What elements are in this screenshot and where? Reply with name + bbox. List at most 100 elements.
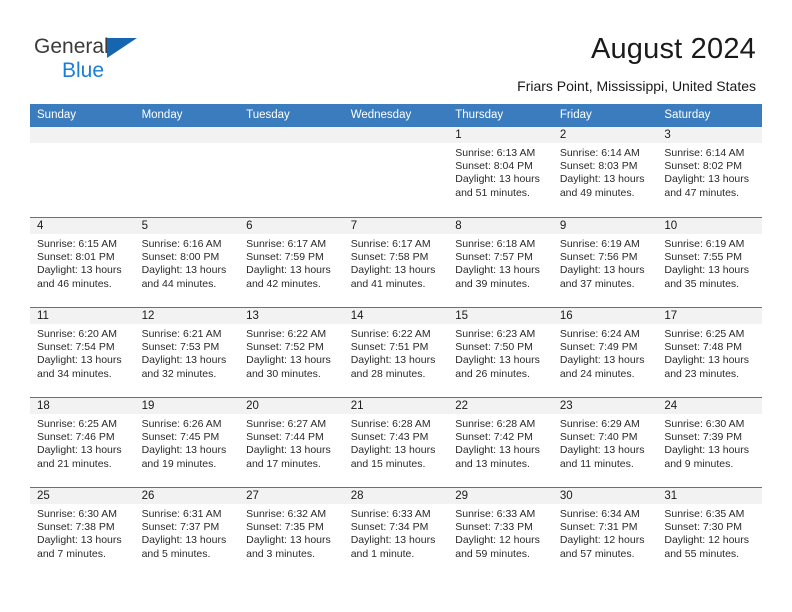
- sunset-time: Sunset: 7:49 PM: [559, 341, 638, 354]
- calendar-day-cell[interactable]: 14 Sunrise: 6:22 AM Sunset: 7:51 PM Dayligh…: [343, 307, 449, 397]
- day-cell-inner: 16 Sunrise: 6:24 AM Sunset: 7:49 PM Dayligh…: [552, 307, 658, 397]
- daylight-duration-line2: and 32 minutes.: [141, 367, 217, 380]
- sunrise-time: Sunrise: 6:19 AM: [559, 238, 640, 250]
- day-cell-inner: 23 Sunrise: 6:29 AM Sunset: 7:40 PM Dayligh…: [552, 397, 658, 487]
- daylight-duration-line2: and 24 minutes.: [559, 367, 635, 380]
- day-cell-inner: [30, 127, 135, 217]
- sunrise-time: Sunrise: 6:14 AM: [559, 147, 640, 159]
- sunset-time: Sunset: 7:37 PM: [141, 521, 220, 534]
- calendar-week-row: 11 Sunrise: 6:20 AM Sunset: 7:54 PM Dayligh…: [30, 307, 762, 397]
- daylight-duration-line2: and 28 minutes.: [350, 367, 426, 380]
- sunrise-time: Sunrise: 6:34 AM: [559, 508, 640, 520]
- calendar-day-cell[interactable]: 20 Sunrise: 6:27 AM Sunset: 7:44 PM Dayligh…: [239, 397, 344, 487]
- calendar-day-cell[interactable]: 2 Sunrise: 6:14 AM Sunset: 8:03 PM Daylight…: [552, 127, 658, 217]
- calendar-day-cell[interactable]: 22 Sunrise: 6:28 AM Sunset: 7:42 PM Dayligh…: [448, 397, 553, 487]
- calendar-day-cell[interactable]: 18 Sunrise: 6:25 AM Sunset: 7:46 PM Dayligh…: [30, 397, 135, 487]
- calendar-day-cell[interactable]: 31 Sunrise: 6:35 AM Sunset: 7:30 PM Dayligh…: [657, 487, 762, 577]
- calendar-day-cell[interactable]: 21 Sunrise: 6:28 AM Sunset: 7:43 PM Dayligh…: [343, 397, 449, 487]
- day-cell-inner: 22 Sunrise: 6:28 AM Sunset: 7:42 PM Dayligh…: [448, 397, 553, 487]
- day-number: 25: [30, 488, 135, 504]
- calendar-day-cell[interactable]: 15 Sunrise: 6:23 AM Sunset: 7:50 PM Dayligh…: [448, 307, 553, 397]
- calendar-day-cell[interactable]: 23 Sunrise: 6:29 AM Sunset: 7:40 PM Dayligh…: [552, 397, 658, 487]
- day-number: [30, 127, 135, 143]
- day-cell-inner: 1 Sunrise: 6:13 AM Sunset: 8:04 PM Daylight…: [448, 127, 553, 217]
- calendar-day-cell[interactable]: 4 Sunrise: 6:15 AM Sunset: 8:01 PM Daylight…: [30, 217, 135, 307]
- daylight-duration-line2: and 3 minutes.: [246, 547, 316, 560]
- calendar-day-cell[interactable]: 3 Sunrise: 6:14 AM Sunset: 8:02 PM Daylight…: [657, 127, 762, 217]
- calendar-day-cell[interactable]: 9 Sunrise: 6:19 AM Sunset: 7:56 PM Daylight…: [552, 217, 658, 307]
- day-cell-inner: 4 Sunrise: 6:15 AM Sunset: 8:01 PM Daylight…: [30, 217, 135, 307]
- weekday-header-saturday: Saturday: [657, 104, 762, 127]
- daylight-duration-line1: Daylight: 13 hours: [559, 354, 645, 367]
- calendar-day-cell[interactable]: 8 Sunrise: 6:18 AM Sunset: 7:57 PM Daylight…: [448, 217, 553, 307]
- daylight-duration-line1: Daylight: 13 hours: [37, 354, 122, 367]
- day-cell-inner: 3 Sunrise: 6:14 AM Sunset: 8:02 PM Daylight…: [657, 127, 762, 217]
- generalblue-logo[interactable]: General Blue: [34, 36, 164, 84]
- daylight-duration-line2: and 35 minutes.: [664, 277, 740, 290]
- sunrise-time: Sunrise: 6:22 AM: [246, 328, 327, 340]
- daylight-duration-line1: Daylight: 13 hours: [664, 264, 750, 277]
- day-details: Sunrise: 6:22 AM Sunset: 7:52 PM Daylight:…: [239, 324, 344, 381]
- daylight-duration-line1: Daylight: 13 hours: [350, 534, 436, 547]
- daylight-duration-line2: and 21 minutes.: [37, 457, 112, 470]
- calendar-day-cell[interactable]: 26 Sunrise: 6:31 AM Sunset: 7:37 PM Dayligh…: [134, 487, 240, 577]
- weekday-header-thursday: Thursday: [448, 104, 553, 127]
- calendar-day-cell[interactable]: 11 Sunrise: 6:20 AM Sunset: 7:54 PM Dayligh…: [30, 307, 135, 397]
- daylight-duration-line2: and 26 minutes.: [455, 367, 530, 380]
- daylight-duration-line1: Daylight: 13 hours: [246, 264, 331, 277]
- day-details: Sunrise: 6:27 AM Sunset: 7:44 PM Daylight:…: [239, 414, 344, 471]
- sunrise-time: Sunrise: 6:26 AM: [141, 418, 222, 430]
- calendar-day-cell[interactable]: 30 Sunrise: 6:34 AM Sunset: 7:31 PM Dayligh…: [552, 487, 658, 577]
- calendar-day-cell[interactable]: 6 Sunrise: 6:17 AM Sunset: 7:59 PM Daylight…: [239, 217, 344, 307]
- calendar-day-cell[interactable]: 25 Sunrise: 6:30 AM Sunset: 7:38 PM Dayligh…: [30, 487, 135, 577]
- calendar-header-row: Sunday Monday Tuesday Wednesday Thursday…: [30, 104, 762, 127]
- calendar-day-cell[interactable]: 7 Sunrise: 6:17 AM Sunset: 7:58 PM Daylight…: [343, 217, 449, 307]
- day-number: 21: [343, 398, 449, 414]
- calendar-day-cell[interactable]: 28 Sunrise: 6:33 AM Sunset: 7:34 PM Dayligh…: [343, 487, 449, 577]
- calendar-day-cell[interactable]: 24 Sunrise: 6:30 AM Sunset: 7:39 PM Dayligh…: [657, 397, 762, 487]
- calendar-day-cell[interactable]: 5 Sunrise: 6:16 AM Sunset: 8:00 PM Daylight…: [134, 217, 240, 307]
- sunset-time: Sunset: 7:45 PM: [141, 431, 220, 444]
- sunrise-time: Sunrise: 6:25 AM: [37, 418, 117, 430]
- sunset-time: Sunset: 7:34 PM: [350, 521, 429, 534]
- calendar-day-cell[interactable]: 17 Sunrise: 6:25 AM Sunset: 7:48 PM Dayligh…: [657, 307, 762, 397]
- daylight-duration-line2: and 39 minutes.: [455, 277, 530, 290]
- calendar-day-cell[interactable]: 29 Sunrise: 6:33 AM Sunset: 7:33 PM Dayligh…: [448, 487, 553, 577]
- weekday-header-sunday: Sunday: [30, 104, 135, 127]
- day-details: Sunrise: 6:13 AM Sunset: 8:04 PM Daylight:…: [448, 143, 553, 200]
- day-number: 20: [239, 398, 344, 414]
- calendar-day-cell[interactable]: 16 Sunrise: 6:24 AM Sunset: 7:49 PM Dayligh…: [552, 307, 658, 397]
- sunrise-time: Sunrise: 6:27 AM: [246, 418, 327, 430]
- daylight-duration-line1: Daylight: 13 hours: [559, 264, 645, 277]
- calendar-day-cell[interactable]: 10 Sunrise: 6:19 AM Sunset: 7:55 PM Dayligh…: [657, 217, 762, 307]
- daylight-duration-line1: Daylight: 13 hours: [37, 534, 122, 547]
- day-cell-inner: 11 Sunrise: 6:20 AM Sunset: 7:54 PM Dayligh…: [30, 307, 135, 397]
- day-number: 17: [657, 308, 762, 324]
- sunset-time: Sunset: 7:38 PM: [37, 521, 115, 534]
- daylight-duration-line1: Daylight: 13 hours: [455, 444, 540, 457]
- sunset-time: Sunset: 8:00 PM: [141, 251, 220, 264]
- day-number: 10: [657, 218, 762, 234]
- daylight-duration-line1: Daylight: 13 hours: [350, 354, 436, 367]
- daylight-duration-line2: and 49 minutes.: [559, 186, 635, 199]
- day-number: 4: [30, 218, 135, 234]
- day-details: Sunrise: 6:23 AM Sunset: 7:50 PM Daylight:…: [448, 324, 553, 381]
- calendar-day-cell[interactable]: 1 Sunrise: 6:13 AM Sunset: 8:04 PM Daylight…: [448, 127, 553, 217]
- daylight-duration-line2: and 23 minutes.: [664, 367, 740, 380]
- sunset-time: Sunset: 7:33 PM: [455, 521, 533, 534]
- daylight-duration-line2: and 44 minutes.: [141, 277, 217, 290]
- day-number: 13: [239, 308, 344, 324]
- daylight-duration-line2: and 15 minutes.: [350, 457, 426, 470]
- calendar-day-cell[interactable]: 13 Sunrise: 6:22 AM Sunset: 7:52 PM Dayligh…: [239, 307, 344, 397]
- day-cell-inner: 13 Sunrise: 6:22 AM Sunset: 7:52 PM Dayligh…: [239, 307, 344, 397]
- day-number: 28: [343, 488, 449, 504]
- calendar-day-cell[interactable]: 19 Sunrise: 6:26 AM Sunset: 7:45 PM Dayligh…: [134, 397, 240, 487]
- sunrise-time: Sunrise: 6:19 AM: [664, 238, 745, 250]
- day-details: Sunrise: 6:30 AM Sunset: 7:38 PM Daylight:…: [30, 504, 135, 561]
- calendar-day-cell[interactable]: 27 Sunrise: 6:32 AM Sunset: 7:35 PM Dayligh…: [239, 487, 344, 577]
- daylight-duration-line1: Daylight: 13 hours: [141, 444, 227, 457]
- daylight-duration-line2: and 17 minutes.: [246, 457, 321, 470]
- calendar-day-cell[interactable]: 12 Sunrise: 6:21 AM Sunset: 7:53 PM Dayligh…: [134, 307, 240, 397]
- day-number: [343, 127, 449, 143]
- sunset-time: Sunset: 7:42 PM: [455, 431, 533, 444]
